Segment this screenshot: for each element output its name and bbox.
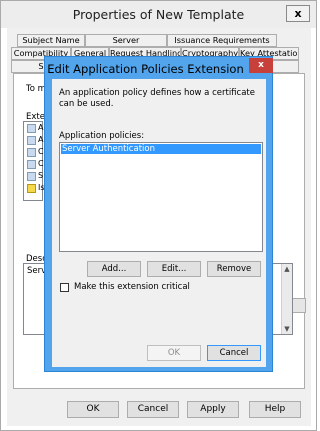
- extension-icon: [27, 160, 36, 169]
- inner-body: An application policy defines how a cert…: [52, 79, 266, 367]
- inner-ok-button[interactable]: OK: [147, 345, 201, 361]
- extension-icon: [27, 148, 36, 157]
- outer-title: Properties of New Template: [72, 7, 245, 22]
- extension-letter: C: [38, 159, 44, 168]
- outer-ok-button[interactable]: OK: [67, 401, 119, 418]
- scroll-down-icon[interactable]: ▼: [282, 325, 292, 333]
- edit-application-policies-dialog: Edit Application Policies Extension x An…: [44, 56, 273, 372]
- tab-subject-name[interactable]: Subject Name: [17, 34, 85, 47]
- inner-cancel-button[interactable]: Cancel: [207, 345, 261, 361]
- outer-help-button[interactable]: Help: [249, 401, 301, 418]
- outer-title-bar[interactable]: Properties of New Template x: [1, 1, 316, 28]
- outer-cancel-button[interactable]: Cancel: [127, 401, 179, 418]
- application-policies-label: Application policies:: [59, 131, 145, 141]
- extensions-list[interactable]: A A C C S Is: [23, 121, 45, 201]
- extension-letter: A: [38, 123, 44, 132]
- partial-text-to-m: To m: [26, 84, 46, 94]
- scroll-up-icon[interactable]: ▲: [282, 265, 292, 273]
- description-scrollbar[interactable]: ▲ ▼: [281, 264, 292, 334]
- tab-issuance-requirements[interactable]: Issuance Requirements: [167, 34, 277, 47]
- critical-checkbox[interactable]: [60, 283, 69, 292]
- remove-button[interactable]: Remove: [207, 261, 261, 277]
- application-policies-list[interactable]: Server Authentication: [59, 142, 263, 252]
- critical-checkbox-label: Make this extension critical: [74, 282, 190, 292]
- tab-server[interactable]: Server: [85, 34, 167, 47]
- warning-icon: [27, 184, 36, 193]
- extension-letter: A: [38, 135, 44, 144]
- outer-close-button[interactable]: x: [286, 5, 310, 22]
- extension-icon: [27, 172, 36, 181]
- extension-icon: [27, 124, 36, 133]
- extension-letter: S: [38, 171, 44, 180]
- extension-letter: C: [38, 147, 44, 156]
- edit-button[interactable]: Edit...: [147, 261, 201, 277]
- add-button[interactable]: Add...: [87, 261, 141, 277]
- inner-close-button[interactable]: x: [249, 58, 273, 73]
- inner-title[interactable]: Edit Application Policies Extension: [45, 62, 246, 76]
- outer-apply-button[interactable]: Apply: [187, 401, 239, 418]
- list-item[interactable]: Server Authentication: [60, 143, 262, 155]
- intro-text: An application policy defines how a cert…: [59, 88, 255, 109]
- extension-icon: [27, 136, 36, 145]
